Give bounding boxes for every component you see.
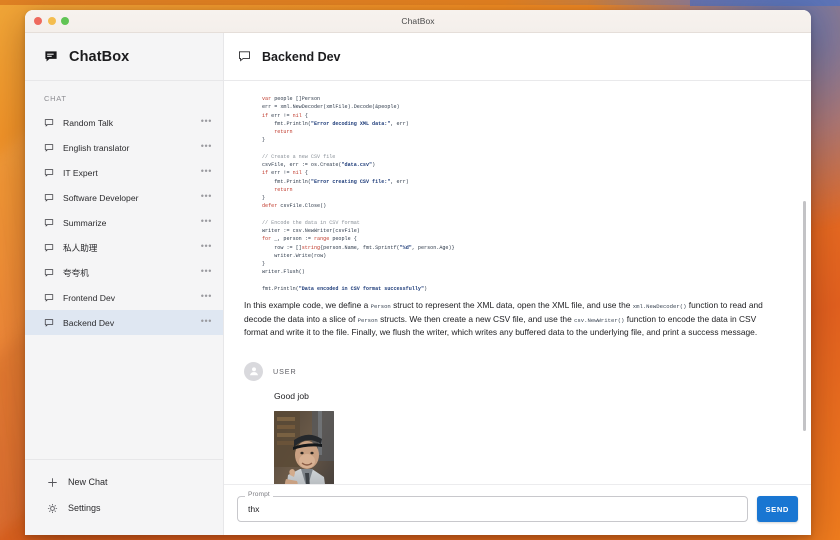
prompt-field-label: Prompt	[245, 491, 273, 498]
conversation-header: Backend Dev	[224, 33, 811, 81]
conversation-scrollbar[interactable]	[803, 201, 806, 431]
sidebar-item-new-chat[interactable]: New Chat	[25, 469, 223, 495]
assistant-message: var people []Person err = xml.NewDecoder…	[240, 91, 785, 340]
chat-bubble-icon	[44, 243, 54, 253]
window-titlebar: ChatBox	[25, 10, 811, 33]
chat-item-menu-icon[interactable]: •••	[201, 216, 212, 227]
inline-code: csv.NewWriter()	[574, 316, 625, 324]
inline-code: Person	[370, 303, 391, 310]
sidebar-item-settings[interactable]: Settings	[25, 495, 223, 521]
window-controls[interactable]	[34, 17, 69, 25]
inline-code: Person	[357, 316, 378, 324]
send-button[interactable]: SEND	[756, 496, 798, 522]
chat-item-label: 私人助理	[63, 242, 98, 253]
chat-item-menu-icon[interactable]: •••	[201, 266, 212, 277]
chat-item-menu-icon[interactable]: •••	[201, 116, 212, 127]
sidebar-item-random-talk[interactable]: Random Talk •••	[25, 110, 223, 135]
page-title: Backend Dev	[262, 49, 341, 64]
sidebar-item-summarize[interactable]: Summarize •••	[25, 210, 223, 235]
sidebar: ChatBox CHAT Random Talk ••• English trans…	[25, 33, 224, 535]
chat-item-menu-icon[interactable]: •••	[201, 191, 212, 202]
chat-bubble-icon	[44, 50, 58, 64]
user-message-text: Good job	[274, 390, 309, 401]
sidebar-item-私人助理[interactable]: 私人助理 •••	[25, 235, 223, 260]
chat-item-menu-icon[interactable]: •••	[201, 141, 212, 152]
sidebar-item-frontend-dev[interactable]: Frontend Dev •••	[25, 285, 223, 310]
chat-item-menu-icon[interactable]: •••	[201, 291, 212, 302]
chat-bubble-icon	[44, 118, 54, 128]
window-body: ChatBox CHAT Random Talk ••• English trans…	[25, 33, 811, 535]
user-message-header: USER	[244, 361, 785, 381]
chat-item-label: 夸夸机	[63, 267, 89, 278]
chat-bubble-icon	[44, 168, 54, 178]
chat-bubble-icon	[44, 318, 54, 328]
close-window-button[interactable]	[34, 17, 42, 25]
user-message: USER Good job	[240, 361, 785, 484]
desktop-background: ChatBox ChatBox CHAT Random Talk ••• Eng…	[0, 0, 840, 540]
sidebar-item-software-developer[interactable]: Software Developer •••	[25, 185, 223, 210]
inline-code: xml.NewDecoder()	[632, 303, 687, 310]
chat-item-label: IT Expert	[63, 167, 98, 178]
sidebar-item-it-expert[interactable]: IT Expert •••	[25, 160, 223, 185]
prompt-field-wrapper: Prompt thx	[237, 491, 748, 522]
chat-item-label: Frontend Dev	[63, 292, 116, 303]
chat-bubble-icon	[44, 193, 54, 203]
chat-bubble-icon	[44, 218, 54, 228]
user-role-label: USER	[273, 366, 297, 376]
brand-title: ChatBox	[69, 48, 130, 65]
chat-bubble-icon	[44, 293, 54, 303]
chat-bubble-icon	[44, 268, 54, 278]
prompt-input[interactable]: thx	[237, 496, 748, 522]
chat-item-label: English translator	[63, 142, 130, 153]
chat-item-menu-icon[interactable]: •••	[201, 241, 212, 252]
person-avatar-icon	[244, 361, 263, 381]
settings-label: Settings	[68, 503, 101, 513]
assistant-explanation: In this example code, we define a Person…	[244, 300, 763, 338]
sidebar-brand: ChatBox	[25, 33, 223, 81]
conversation-scroll-area[interactable]: var people []Person err = xml.NewDecoder…	[224, 81, 811, 484]
chat-item-label: Random Talk	[63, 117, 113, 128]
prompt-input-value: thx	[248, 504, 260, 514]
minimize-window-button[interactable]	[47, 17, 56, 25]
new-chat-label: New Chat	[68, 477, 108, 487]
chat-item-menu-icon[interactable]: •••	[201, 316, 212, 327]
sidebar-item-backend-dev[interactable]: Backend Dev •••	[25, 310, 223, 335]
window-title: ChatBox	[401, 16, 435, 26]
chat-item-label: Summarize	[63, 217, 107, 228]
sidebar-item-夸夸机[interactable]: 夸夸机 •••	[25, 260, 223, 285]
chatbox-app-window: ChatBox ChatBox CHAT Random Talk ••• Eng…	[25, 10, 811, 535]
sidebar-section-label: CHAT	[44, 94, 67, 103]
chat-item-menu-icon[interactable]: •••	[201, 166, 212, 177]
sidebar-footer: New Chat Settings	[25, 459, 223, 535]
gear-icon	[47, 503, 58, 514]
chat-bubble-icon	[238, 50, 251, 63]
chat-bubble-icon	[44, 143, 54, 153]
sidebar-item-english-translator[interactable]: English translator •••	[25, 135, 223, 160]
code-block: var people []Person err = xml.NewDecoder…	[262, 96, 455, 292]
chat-item-label: Software Developer	[63, 192, 139, 203]
plus-icon	[47, 477, 58, 488]
chat-item-label: Backend Dev	[63, 317, 115, 328]
chat-list: Random Talk ••• English translator ••• IT Ex…	[25, 109, 223, 459]
maximize-window-button[interactable]	[61, 17, 69, 25]
composer: Prompt thx SEND	[224, 484, 811, 535]
user-attachment-image[interactable]	[274, 410, 334, 484]
main-panel: Backend Dev var people []Person err = xm…	[224, 33, 811, 535]
